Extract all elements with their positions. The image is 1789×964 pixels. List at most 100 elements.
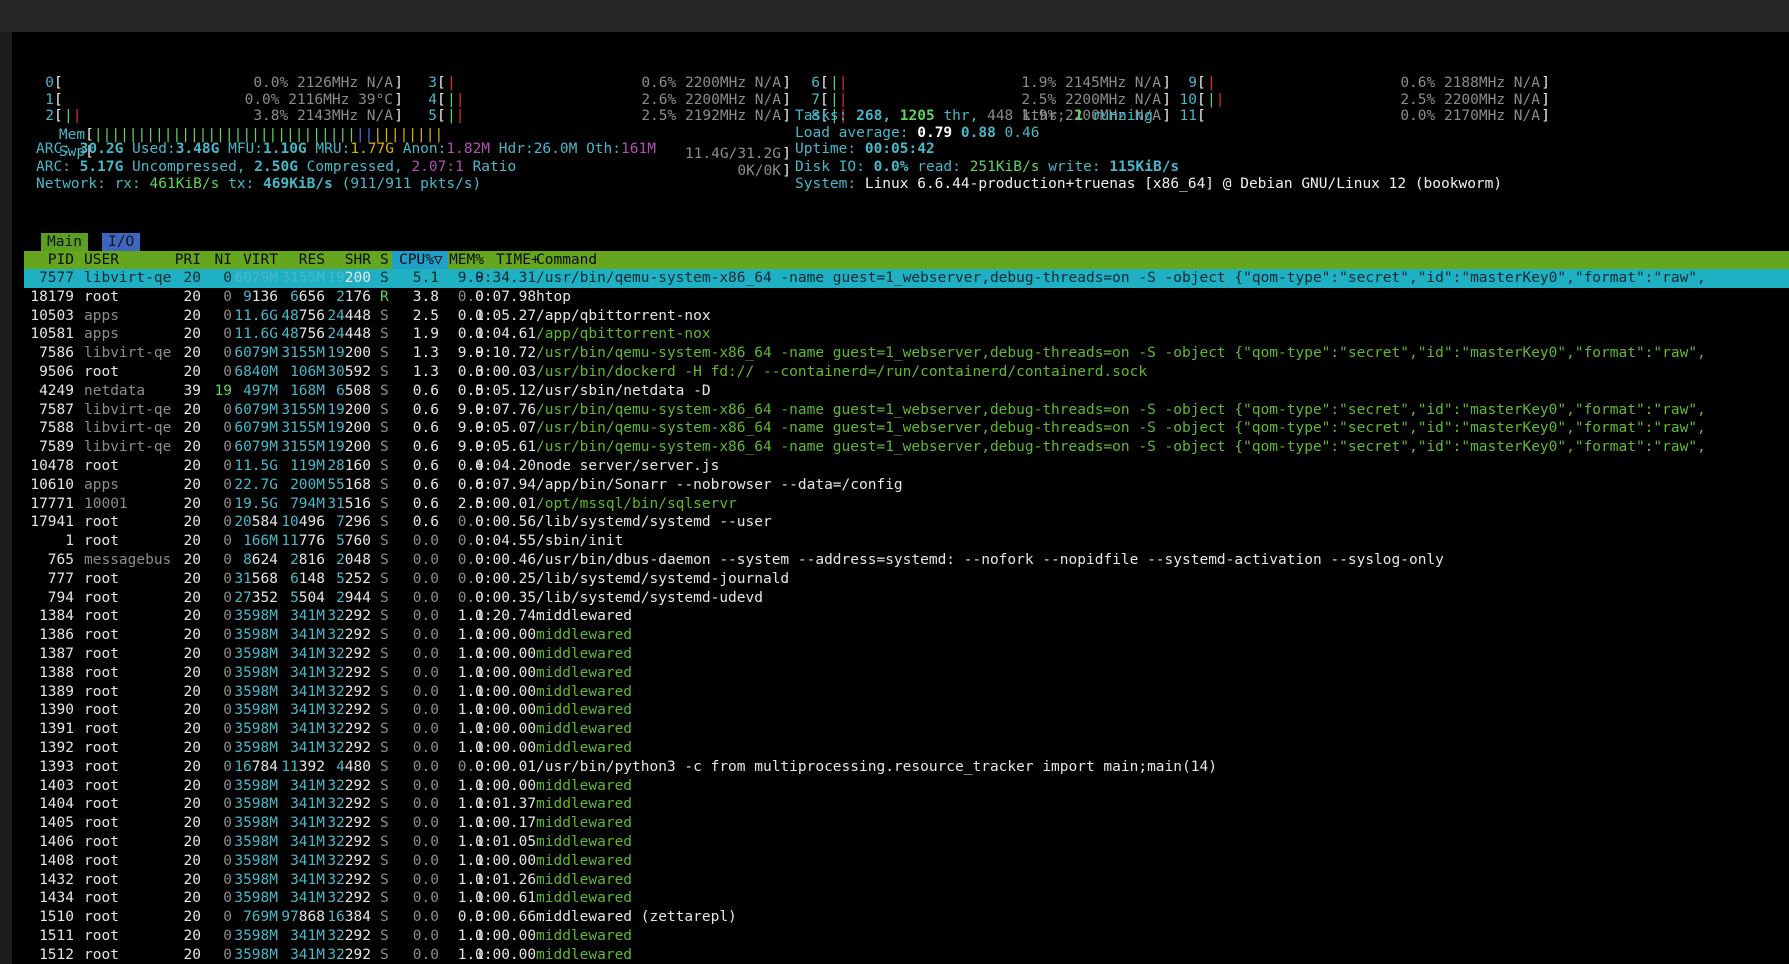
table-row[interactable]: 10581 apps 20 0 11.6G 48756 24448 S 1.9 0.1 0:04.6… (24, 325, 1789, 344)
cell-pid: 7587 (39, 401, 74, 418)
tab-main[interactable]: Main (41, 233, 88, 251)
cell-time: 0:01.05 (475, 834, 537, 850)
table-row[interactable]: 1391 root 20 0 3598M 341M 32292 S 0.0 1.1 0:00.00 m… (24, 720, 1789, 739)
table-row[interactable]: 1434 root 20 0 3598M 341M 32292 S 0.0 1.1 0:00.61 m… (24, 889, 1789, 908)
table-row[interactable]: 1389 root 20 0 3598M 341M 32292 S 0.0 1.1 0:00.00 m… (24, 683, 1789, 702)
table-row[interactable]: 1406 root 20 0 3598M 341M 32292 S 0.0 1.1 0:01.05 m… (24, 833, 1789, 852)
cell-time: 0:01.26 (475, 871, 537, 888)
table-row[interactable]: 7577 libvirt-qe 20 0 6079M 3155M 19200 S 5.1 9.9 0… (24, 269, 1789, 288)
cell-ni: 0 (223, 570, 232, 587)
col-pri[interactable]: PRI (175, 251, 201, 270)
cell-ni: 0 (223, 702, 232, 719)
tab-io[interactable]: I/O (102, 233, 141, 251)
col-time[interactable]: TIME+ (496, 251, 540, 270)
system-info: System: Linux 6.6.44-production+truenas … (795, 175, 1502, 194)
network-label: Network: (36, 176, 106, 192)
cell-cpu: 1.9 (412, 326, 439, 343)
cell-state: S (380, 834, 389, 850)
table-row[interactable]: 777 root 20 0 31568 6148 5252 S 0.0 0.0 0:00.25/li… (24, 570, 1789, 589)
col-mem[interactable]: MEM% (449, 251, 484, 270)
table-row[interactable]: 1384 root 20 0 3598M 341M 32292 S 0.0 1.1 0:20.74 m… (24, 607, 1789, 626)
cell-shr: 2944 (336, 589, 371, 606)
cell-shr: 32292 (327, 946, 371, 963)
col-cpu[interactable]: CPU%▽ (392, 251, 448, 270)
col-pid[interactable]: PID (48, 251, 74, 270)
col-res[interactable]: RES (299, 251, 325, 270)
disk-write-label: write: (1048, 159, 1101, 175)
table-row[interactable]: 10503 apps 20 0 11.6G 48756 24448 S 2.5 0.1 0:05.2… (24, 307, 1789, 326)
table-row[interactable]: 7588 libvirt-qe 20 0 6079M 3155M 19200 S 0.6 9.9 0… (24, 419, 1789, 438)
table-row[interactable]: 1432 root 20 0 3598M 341M 32292 S 0.0 1.1 0:01.26 m… (24, 871, 1789, 890)
table-row[interactable]: 10610 apps 20 0 22.7G 200M 55168 S 0.6 0.6 0:07.94… (24, 476, 1789, 495)
table-row[interactable]: 1393 root 20 0 16784 11392 4480 S 0.0 0.0 0:00.01/… (24, 758, 1789, 777)
table-row[interactable]: 765 messagebus 20 0 8624 2816 2048 S 0.0 0.0 0:00.… (24, 551, 1789, 570)
disk-io: Disk IO: 0.0% read: 251KiB/s write: 115K… (795, 158, 1179, 177)
cell-state: S (380, 476, 389, 493)
table-row[interactable]: 1 root 20 0 166M 11776 5760 S 0.0 0.0 0:04.55/sbin… (24, 532, 1789, 551)
cell-res: 341M (290, 683, 325, 700)
cell-pri: 20 (183, 401, 201, 418)
cell-user: root (84, 909, 119, 926)
table-row[interactable]: 1405 root 20 0 3598M 341M 32292 S 0.0 1.1 0:00.17 m… (24, 814, 1789, 833)
cell-command: middlewared (536, 683, 633, 700)
table-row[interactable]: 17771 10001 20 0 19.5G 794M 31516 S 0.6 2.5 0:00.0… (24, 495, 1789, 514)
disk-write: 115KiB/s (1109, 159, 1180, 175)
cell-virt: 6079M (234, 420, 278, 437)
col-user[interactable]: USER (84, 251, 119, 270)
cell-command: /lib/systemd/systemd-journald (536, 570, 790, 587)
cell-shr: 19200 (327, 401, 371, 418)
col-command[interactable]: Command (536, 251, 597, 270)
cell-pid: 1405 (39, 815, 74, 832)
cell-pid: 1434 (39, 890, 74, 907)
table-row[interactable]: 1390 root 20 0 3598M 341M 32292 S 0.0 1.1 0:00.00 m… (24, 701, 1789, 720)
col-shr[interactable]: SHR (345, 251, 371, 270)
table-row[interactable]: 1387 root 20 0 3598M 341M 32292 S 0.0 1.1 0:00.00 m… (24, 645, 1789, 664)
col-state[interactable]: S (380, 251, 389, 270)
cell-virt: 20584 (234, 514, 278, 531)
table-row[interactable]: 18179 root 20 0 9136 6656 2176 R 3.8 0.0 0:07.98 ht… (24, 288, 1789, 307)
cell-shr: 55168 (327, 476, 371, 493)
cell-res: 168M (290, 382, 325, 399)
cell-shr: 32292 (327, 664, 371, 681)
table-row[interactable]: 794 root 20 0 27352 5504 2944 S 0.0 0.0 0:00.35/li… (24, 589, 1789, 608)
table-row[interactable]: 1404 root 20 0 3598M 341M 32292 S 0.0 1.1 0:01.37 m… (24, 795, 1789, 814)
cpu-meter: 3[| 0.6% 2200MHz N/A] (407, 74, 791, 93)
cell-virt: 769M (243, 909, 278, 926)
cell-pri: 20 (183, 589, 201, 606)
cell-res: 341M (290, 646, 325, 662)
table-row[interactable]: 10478 root 20 0 11.5G 119M 28160 S 0.6 0.4 0:04.20… (24, 457, 1789, 476)
cell-virt: 3598M (234, 796, 278, 813)
table-row[interactable]: 1510 root 20 0 769M 97868 16384 S 0.0 0.3 0:00.66 m… (24, 908, 1789, 927)
cell-res: 341M (290, 702, 325, 719)
cell-cpu: 5.1 (412, 270, 439, 286)
cell-command: /lib/systemd/systemd --user (536, 514, 772, 531)
table-row[interactable]: 7589 libvirt-qe 20 0 6079M 3155M 19200 S 0.6 9.9 0… (24, 438, 1789, 457)
cell-shr: 32292 (327, 608, 371, 625)
arc-anon: 1.82M (446, 141, 491, 157)
table-row[interactable]: 7586 libvirt-qe 20 0 6079M 3155M 19200 S 1.3 9.9 0… (24, 344, 1789, 363)
table-row[interactable]: 1386 root 20 0 3598M 341M 32292 S 0.0 1.1 0:00.00 m… (24, 626, 1789, 645)
cell-time: 0:00.00 (475, 664, 537, 681)
table-row[interactable]: 7587 libvirt-qe 20 0 6079M 3155M 19200 S 0.6 9.9 0… (24, 401, 1789, 420)
table-row[interactable]: 17941 root 20 0 20584 10496 7296 S 0.6 0.0 0:00.56… (24, 513, 1789, 532)
table-row[interactable]: 9506 root 20 0 6840M 106M 30592 S 1.3 0.3 0:00.03/… (24, 363, 1789, 382)
table-row[interactable]: 1408 root 20 0 3598M 341M 32292 S 0.0 1.1 0:00.00 m… (24, 852, 1789, 871)
network-packets: (911/911 pkts/s) (341, 176, 482, 192)
table-row[interactable]: 1388 root 20 0 3598M 341M 32292 S 0.0 1.1 0:00.00 m… (24, 664, 1789, 683)
table-row[interactable]: 4249 netdata 39 19 497M 168M 6508 S 0.6 0.5 0:05.1… (24, 382, 1789, 401)
cell-virt: 3598M (234, 852, 278, 869)
table-row[interactable]: 1392 root 20 0 3598M 341M 32292 S 0.0 1.1 0:00.00 m… (24, 739, 1789, 758)
table-row[interactable]: 1511 root 20 0 3598M 341M 32292 S 0.0 1.1 0:00.00 m… (24, 927, 1789, 946)
cpu-value: 1.9% 2145MHz N/A (1021, 75, 1161, 91)
disk-pct: 0.0% (873, 159, 909, 175)
cell-res: 10496 (281, 514, 325, 531)
cell-ni: 0 (223, 777, 232, 794)
table-row[interactable]: 1403 root 20 0 3598M 341M 32292 S 0.0 1.1 0:00.00 m… (24, 777, 1789, 796)
cell-user: root (84, 834, 119, 850)
cell-ni: 0 (223, 514, 232, 531)
cell-ni: 0 (223, 589, 232, 606)
col-virt[interactable]: VIRT (243, 251, 278, 270)
table-row[interactable]: 1512 root 20 0 3598M 341M 32292 S 0.0 1.1 0:00.00 m… (24, 946, 1789, 964)
arc-anon-label: Anon: (402, 141, 447, 157)
col-ni[interactable]: NI (215, 251, 232, 270)
